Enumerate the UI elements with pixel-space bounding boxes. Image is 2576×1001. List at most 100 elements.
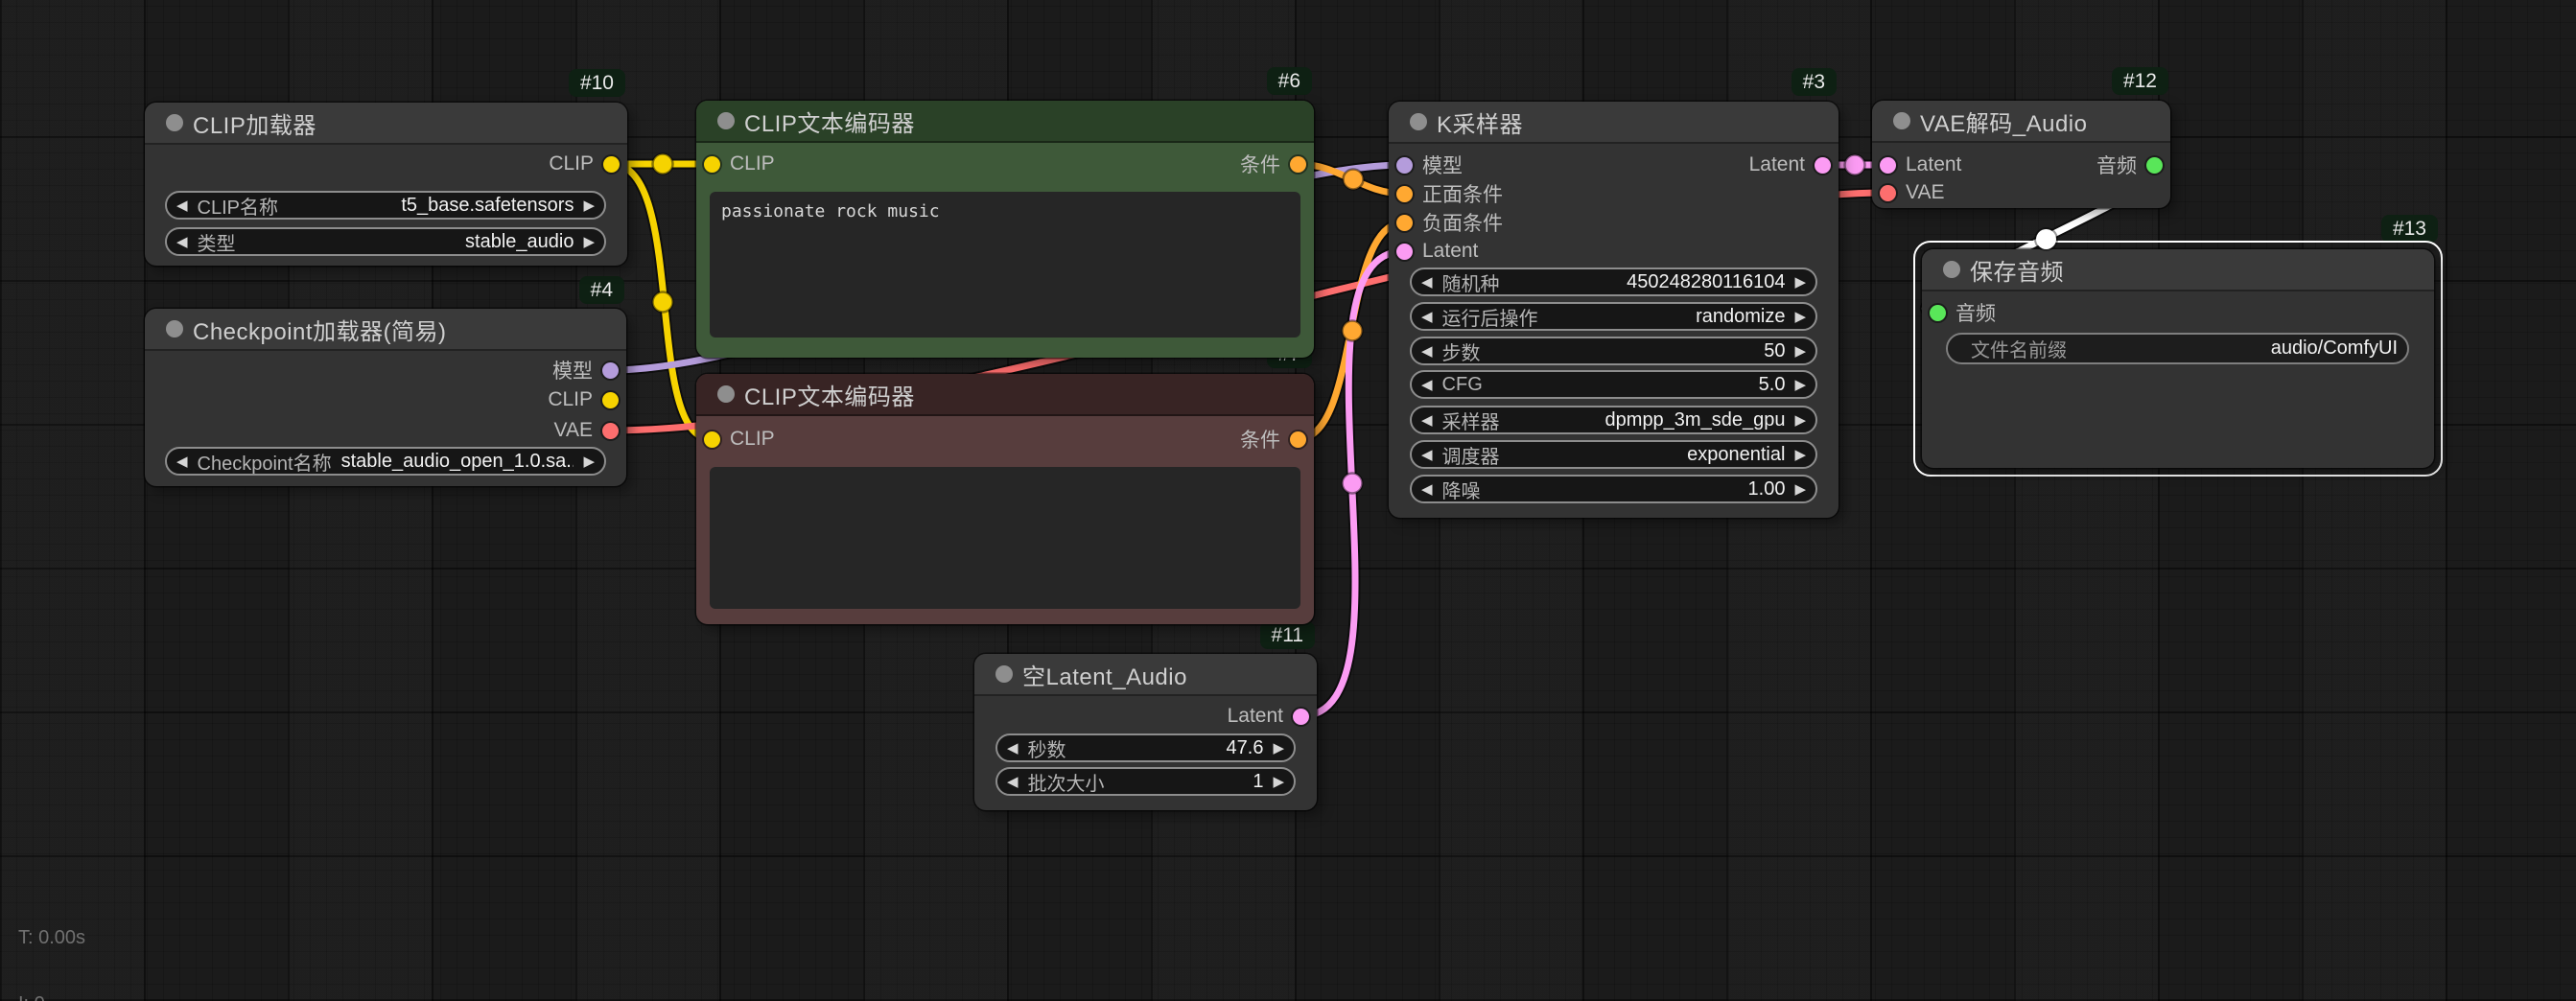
widget-steps[interactable]: ◀ 步数 50 ▶	[1410, 337, 1817, 365]
node-clip-loader[interactable]: CLIP加载器 CLIP ◀ CLIP名称 t5_base.safetensor…	[145, 103, 627, 266]
input-dot-vae[interactable]	[1880, 185, 1896, 201]
prev-arrow-icon[interactable]: ◀	[1421, 378, 1433, 392]
next-arrow-icon[interactable]: ▶	[583, 198, 595, 213]
prev-arrow-icon[interactable]: ◀	[1007, 741, 1019, 756]
collapse-dot-icon[interactable]	[166, 320, 183, 338]
output-slot-conditioning[interactable]: 条件	[1240, 425, 1306, 454]
next-arrow-icon[interactable]: ▶	[1794, 413, 1806, 428]
prev-arrow-icon[interactable]: ◀	[1421, 413, 1433, 428]
widget-seed[interactable]: ◀ 随机种 450248280116104 ▶	[1410, 268, 1817, 296]
collapse-dot-icon[interactable]	[1893, 112, 1910, 129]
output-slot-clip[interactable]: CLIP	[549, 152, 620, 175]
node-header[interactable]: CLIP文本编码器	[696, 374, 1314, 416]
node-save-audio[interactable]: 保存音频 音频 文件名前缀 audio/ComfyUI	[1922, 249, 2434, 468]
node-ksampler[interactable]: K采样器 模型 Latent 正面条件 负面条件	[1389, 102, 1838, 518]
widget-cfg[interactable]: ◀ CFG 5.0 ▶	[1410, 370, 1817, 399]
node-header[interactable]: VAE解码_Audio	[1872, 101, 2170, 143]
link-dot[interactable]	[1343, 321, 1363, 341]
prev-arrow-icon[interactable]: ◀	[1421, 310, 1433, 324]
collapse-dot-icon[interactable]	[1410, 113, 1427, 130]
prev-arrow-icon[interactable]: ◀	[176, 235, 188, 249]
prev-arrow-icon[interactable]: ◀	[1421, 344, 1433, 359]
output-dot-vae[interactable]	[602, 423, 619, 439]
next-arrow-icon[interactable]: ▶	[583, 454, 595, 469]
node-header[interactable]: CLIP加载器	[145, 103, 627, 145]
link-dot[interactable]	[1845, 155, 1865, 175]
output-slot-vae[interactable]: VAE	[554, 419, 619, 442]
link-dot[interactable]	[653, 292, 673, 313]
widget-clip-name[interactable]: ◀ CLIP名称 t5_base.safetensors ▶	[165, 191, 606, 220]
link-dot[interactable]	[1344, 170, 1364, 190]
prev-arrow-icon[interactable]: ◀	[1421, 448, 1433, 462]
node-header[interactable]: Checkpoint加载器(简易)	[145, 309, 626, 351]
next-arrow-icon[interactable]: ▶	[1273, 741, 1284, 756]
input-dot-conditioning[interactable]	[1396, 215, 1413, 231]
input-slot-positive[interactable]: 正面条件	[1396, 179, 1503, 208]
link-dot[interactable]	[1343, 474, 1363, 494]
input-slot-vae[interactable]: VAE	[1880, 181, 1944, 204]
node-header[interactable]: 空Latent_Audio	[974, 654, 1317, 696]
output-dot-audio[interactable]	[2146, 157, 2163, 174]
input-slot-audio[interactable]: 音频	[1930, 298, 1996, 327]
input-slot-clip[interactable]: CLIP	[704, 152, 775, 175]
input-dot-clip[interactable]	[704, 431, 720, 448]
collapse-dot-icon[interactable]	[717, 385, 735, 403]
prev-arrow-icon[interactable]: ◀	[176, 198, 188, 213]
prompt-textarea[interactable]: passionate rock music	[710, 192, 1300, 338]
prev-arrow-icon[interactable]: ◀	[1007, 775, 1019, 789]
next-arrow-icon[interactable]: ▶	[1273, 775, 1284, 789]
collapse-dot-icon[interactable]	[717, 112, 735, 129]
next-arrow-icon[interactable]: ▶	[583, 235, 595, 249]
input-slot-latent[interactable]: Latent	[1396, 240, 1478, 263]
widget-clip-type[interactable]: ◀ 类型 stable_audio ▶	[165, 227, 606, 256]
node-vae-decode-audio[interactable]: VAE解码_Audio Latent 音频 VAE	[1872, 101, 2170, 208]
input-slot-clip[interactable]: CLIP	[704, 428, 775, 451]
input-dot-conditioning[interactable]	[1396, 186, 1413, 202]
output-slot-latent[interactable]: Latent	[1228, 705, 1309, 728]
link-dot[interactable]	[653, 154, 673, 175]
widget-scheduler[interactable]: ◀ 调度器 exponential ▶	[1410, 440, 1817, 469]
collapse-dot-icon[interactable]	[995, 665, 1013, 683]
next-arrow-icon[interactable]: ▶	[1794, 310, 1806, 324]
output-slot-conditioning[interactable]: 条件	[1240, 150, 1306, 178]
next-arrow-icon[interactable]: ▶	[1794, 378, 1806, 392]
next-arrow-icon[interactable]: ▶	[1794, 344, 1806, 359]
input-dot-model[interactable]	[1396, 157, 1413, 174]
node-clip-text-encode-negative[interactable]: CLIP文本编码器 CLIP 条件	[696, 374, 1314, 624]
node-header[interactable]: K采样器	[1389, 102, 1838, 144]
output-dot-clip[interactable]	[603, 156, 620, 173]
widget-sampler-name[interactable]: ◀ 采样器 dpmpp_3m_sde_gpu ▶	[1410, 406, 1817, 434]
widget-seconds[interactable]: ◀ 秒数 47.6 ▶	[995, 733, 1296, 762]
widget-control-after-generate[interactable]: ◀ 运行后操作 randomize ▶	[1410, 302, 1817, 331]
prev-arrow-icon[interactable]: ◀	[1421, 275, 1433, 290]
node-header[interactable]: 保存音频	[1922, 249, 2434, 291]
output-dot-conditioning[interactable]	[1290, 431, 1306, 448]
next-arrow-icon[interactable]: ▶	[1794, 482, 1806, 497]
next-arrow-icon[interactable]: ▶	[1794, 448, 1806, 462]
input-dot-audio[interactable]	[1930, 305, 1946, 321]
widget-batch-size[interactable]: ◀ 批次大小 1 ▶	[995, 767, 1296, 796]
collapse-dot-icon[interactable]	[1943, 261, 1960, 278]
prev-arrow-icon[interactable]: ◀	[176, 454, 188, 469]
output-slot-audio[interactable]: 音频	[2096, 151, 2163, 179]
input-dot-clip[interactable]	[704, 156, 720, 173]
input-slot-model[interactable]: 模型	[1396, 151, 1463, 179]
node-checkpoint-loader[interactable]: Checkpoint加载器(简易) 模型 CLIP VAE ◀ Ch	[145, 309, 626, 486]
prev-arrow-icon[interactable]: ◀	[1421, 482, 1433, 497]
output-dot-latent[interactable]	[1815, 157, 1831, 174]
output-slot-model[interactable]: 模型	[552, 356, 619, 384]
node-clip-text-encode-positive[interactable]: CLIP文本编码器 CLIP 条件 passionate rock music	[696, 101, 1314, 358]
node-empty-latent-audio[interactable]: 空Latent_Audio Latent ◀ 秒数 47.6 ▶ ◀ 批次大小 …	[974, 654, 1317, 810]
input-slot-negative[interactable]: 负面条件	[1396, 208, 1503, 237]
output-dot-conditioning[interactable]	[1290, 156, 1306, 173]
output-slot-clip[interactable]: CLIP	[548, 388, 619, 411]
collapse-dot-icon[interactable]	[166, 114, 183, 131]
graph-canvas[interactable]: #10 #4 #6 #7 #11 #3 #12 #13 CLIP加载器 CLIP…	[0, 0, 2576, 1001]
output-dot-model[interactable]	[602, 362, 619, 379]
output-dot-clip[interactable]	[602, 392, 619, 408]
widget-ckpt-name[interactable]: ◀ Checkpoint名称 stable_audio_open_1.0.sa.…	[165, 447, 606, 476]
input-dot-latent[interactable]	[1880, 157, 1896, 174]
next-arrow-icon[interactable]: ▶	[1794, 275, 1806, 290]
link-dot-selected[interactable]	[2036, 229, 2056, 249]
widget-denoise[interactable]: ◀ 降噪 1.00 ▶	[1410, 475, 1817, 503]
